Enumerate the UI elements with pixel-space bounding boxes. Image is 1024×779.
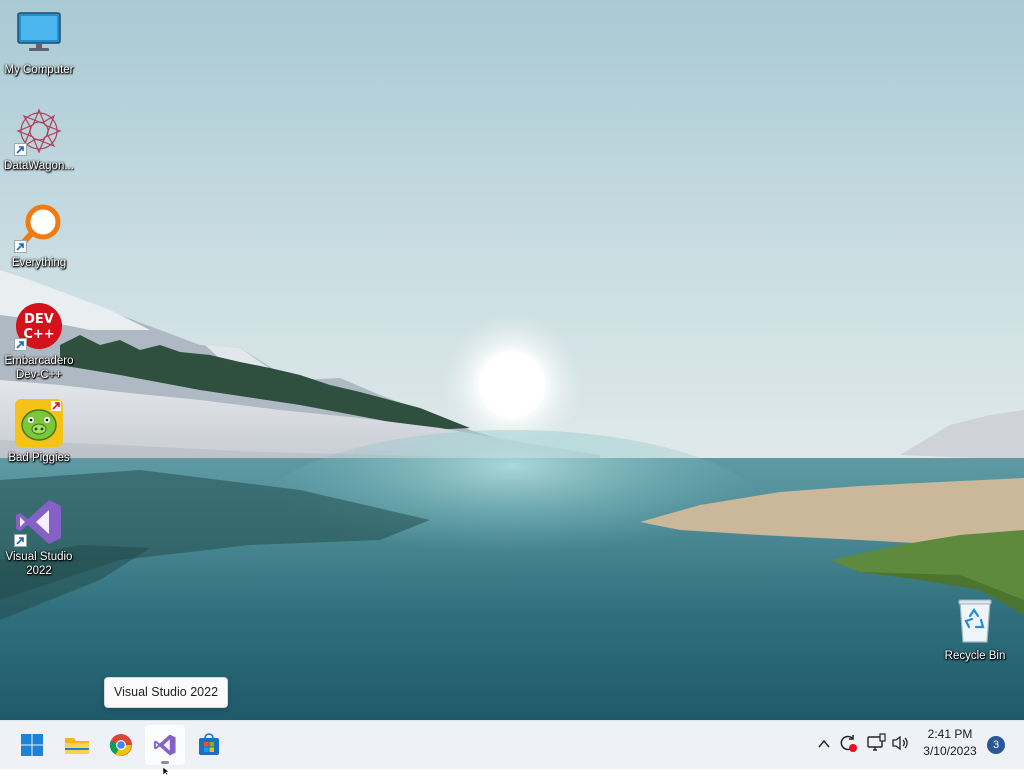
visual-studio-icon [14,497,64,547]
desktop-icon-my-computer[interactable]: My Computer [0,10,78,77]
clock-time: 2:41 PM [927,727,973,741]
desktop[interactable]: My Computer DataWagon... Everything DEV … [0,0,1024,720]
chevron-up-icon [817,736,831,755]
svg-text:DEV: DEV [24,312,54,327]
visual-studio-icon [153,733,177,757]
desktop-icon-label: Bad Piggies [8,452,70,464]
shortcut-arrow-icon [14,338,27,351]
folder-icon [64,733,90,757]
speaker-icon [890,733,910,757]
desktop-icon-recycle-bin[interactable]: Recycle Bin [936,596,1014,663]
green-pig-icon [14,398,64,448]
desktop-icon-label: Visual Studio 2022 [5,551,73,577]
windows-start-icon [20,733,44,757]
desktop-icon-datawagon[interactable]: DataWagon... [0,106,78,173]
desktop-icon-everything[interactable]: Everything [0,203,78,270]
devcpp-icon: DEV C++ [14,301,64,351]
desktop-icon-visual-studio[interactable]: Visual Studio 2022 [0,497,78,578]
sync-alert-icon [838,733,858,757]
taskbar-visual-studio[interactable] [145,725,185,765]
show-hidden-icons-button[interactable] [812,733,836,757]
svg-text:C++: C++ [23,327,54,342]
start-button[interactable] [12,725,52,765]
clock-date: 3/10/2023 [923,744,977,758]
taskbar-microsoft-store[interactable] [189,725,229,765]
recycle-bin-icon [950,596,1000,646]
desktop-icon-bad-piggies[interactable]: Bad Piggies [0,398,78,465]
shortcut-arrow-icon [14,534,27,547]
tray-network-button[interactable] [864,733,888,757]
tray-volume-button[interactable] [888,733,912,757]
taskbar-file-explorer[interactable] [57,725,97,765]
shortcut-arrow-icon [14,240,27,253]
desktop-icon-label: DataWagon... [4,160,74,172]
mouse-cursor-icon [162,760,172,779]
chrome-icon [109,733,133,757]
tray-update-button[interactable] [836,733,860,757]
desktop-icon-dev-cpp[interactable]: DEV C++ Embarcadero Dev-C++ [0,301,78,382]
taskbar-tooltip: Visual Studio 2022 [104,677,229,708]
desktop-icon-label: Embarcadero Dev-C++ [4,355,74,381]
shortcut-arrow-icon [14,143,27,156]
desktop-icon-label: My Computer [4,64,74,76]
monitor-icon [14,10,64,60]
taskbar-clock[interactable]: 2:41 PM 3/10/2023 [916,726,984,760]
store-icon [197,733,221,757]
taskbar [0,720,1024,769]
notification-count-badge[interactable]: 3 [987,736,1005,754]
magnifier-icon [14,203,64,253]
star-pattern-icon [14,106,64,156]
wallpaper-lake-landscape [0,0,1024,720]
network-icon [866,733,886,757]
desktop-icon-label: Recycle Bin [944,650,1006,662]
taskbar-chrome[interactable] [101,725,141,765]
desktop-icon-label: Everything [11,257,67,269]
